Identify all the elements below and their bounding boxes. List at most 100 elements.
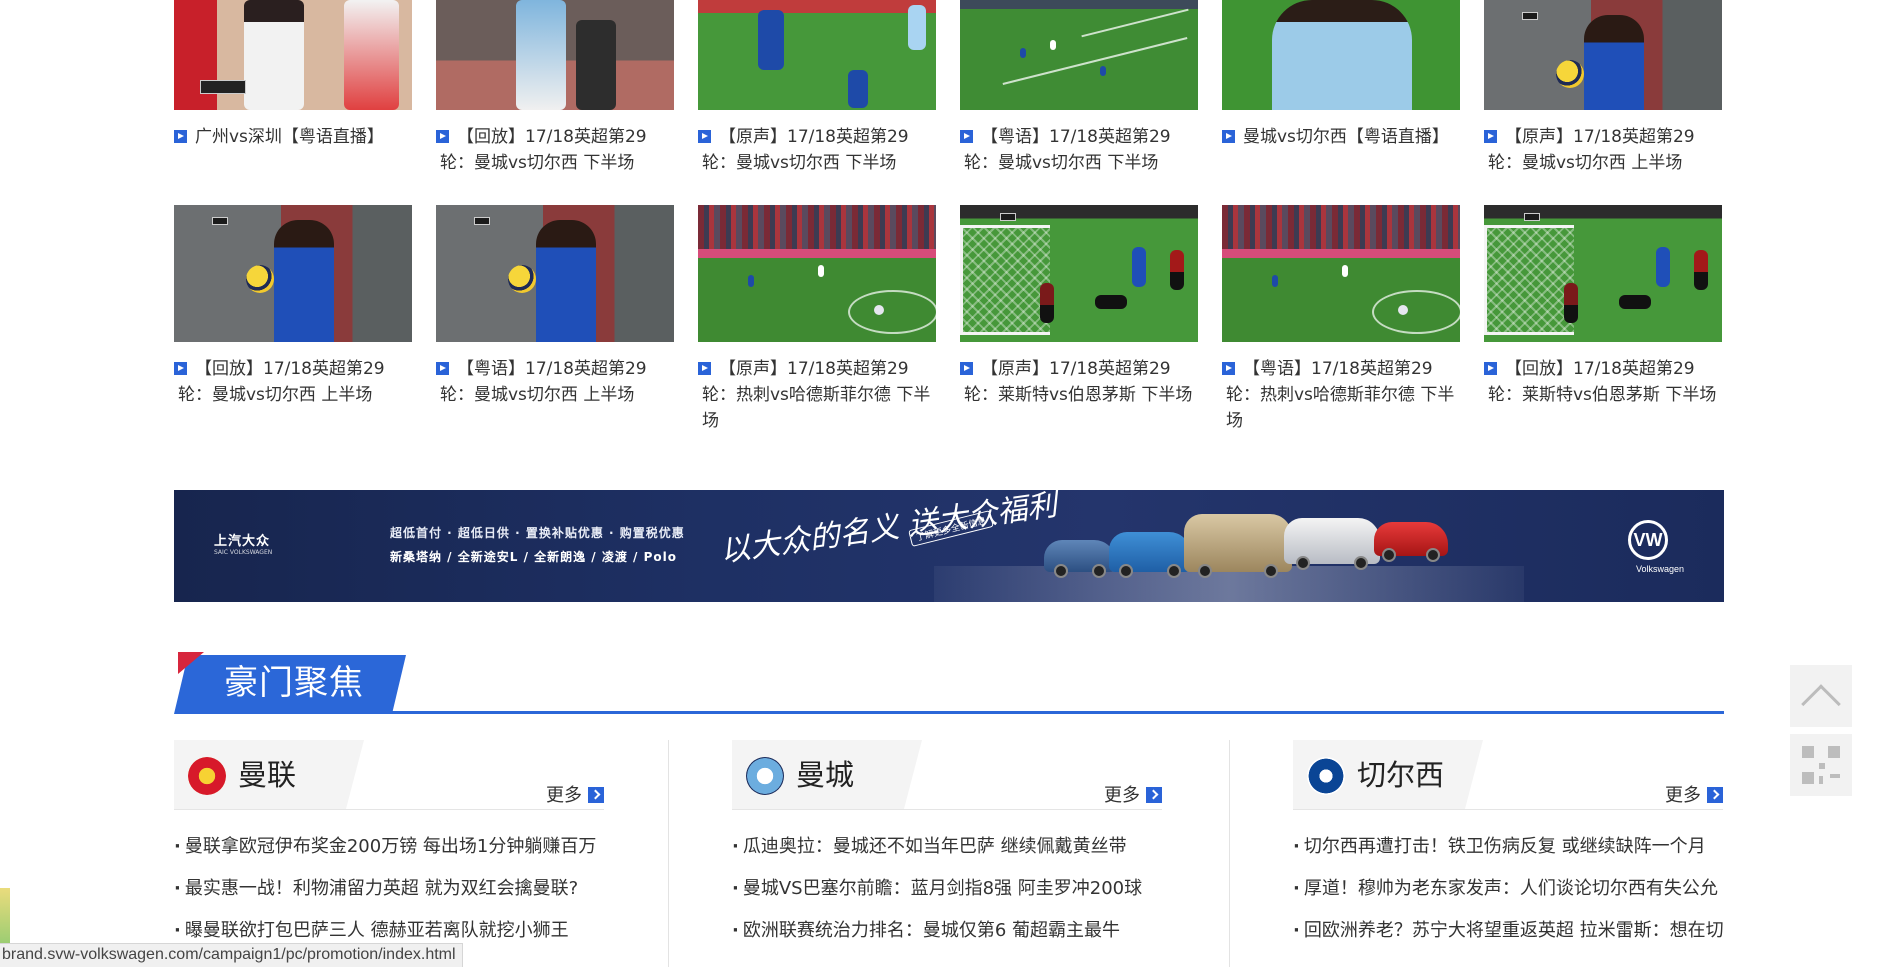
club-column-man-united: 曼联 更多 曼联拿欧冠伊布奖金200万镑 每出场1分钟躺赚百万 最实惠一战！利物… [174,740,604,952]
video-title-link[interactable]: 【回放】17/18英超第29 轮：曼城vs切尔西 下半场 [436,124,674,176]
video-thumbnail[interactable] [960,0,1198,110]
club-header: 曼联 更多 [174,740,604,810]
club-header: 曼城 更多 [732,740,1162,810]
club-name: 曼联 [238,758,297,792]
section-underline [374,711,1724,714]
video-title-line2: 轮：曼城vs切尔西 下半场 [702,153,897,173]
video-thumbnail[interactable] [1484,0,1722,110]
video-card[interactable]: 【原声】17/18英超第29 轮：热刺vs哈德斯菲尔德 下半场 [698,205,936,434]
video-title-link[interactable]: 【粤语】17/18英超第29 轮：曼城vs切尔西 上半场 [436,356,674,408]
video-title-line1: 【粤语】17/18英超第29 [981,127,1171,147]
video-card[interactable]: 【原声】17/18英超第29 轮：曼城vs切尔西 上半场 [1484,0,1722,176]
video-title-line1: 曼城vs切尔西【粤语直播】 [1243,127,1449,147]
news-item[interactable]: 切尔西再遭打击！铁卫伤病反复 或继续缺阵一个月 [1293,826,1723,868]
club-header: 切尔西 更多 [1293,740,1723,810]
video-card[interactable]: 【原声】17/18英超第29 轮：曼城vs切尔西 下半场 [698,0,936,176]
video-thumbnail[interactable] [1222,205,1460,342]
video-title-link[interactable]: 【原声】17/18英超第29 轮：莱斯特vs伯恩茅斯 下半场 [960,356,1198,408]
video-thumbnail[interactable] [698,0,936,110]
video-card[interactable]: 广州vs深圳【粤语直播】 [174,0,412,150]
chevron-up-icon [1801,684,1841,724]
news-item[interactable]: 欧洲联赛统治力排名：曼城仅第6 葡超霸主最牛 [732,910,1162,952]
video-title-link[interactable]: 【粤语】17/18英超第29 轮：热刺vs哈德斯菲尔德 下半场 [1222,356,1460,434]
play-icon [960,130,973,143]
video-title-line1: 【原声】17/18英超第29 [1505,127,1695,147]
video-card[interactable]: 【原声】17/18英超第29 轮：莱斯特vs伯恩茅斯 下半场 [960,205,1198,408]
volkswagen-ad-banner[interactable]: 上汽大众 SAIC VOLKSWAGEN 超低首付 · 超低日供 · 置换补贴优惠… [174,490,1724,602]
play-icon [698,130,711,143]
news-list: 曼联拿欧冠伊布奖金200万镑 每出场1分钟躺赚百万 最实惠一战！利物浦留力英超 … [174,826,604,952]
arrow-right-icon [1707,787,1723,803]
video-card[interactable]: 【回放】17/18英超第29 轮：曼城vs切尔西 上半场 [174,205,412,408]
arrow-right-icon [1146,787,1162,803]
ad-models-text: 新桑塔纳 / 全新途安L / 全新朗逸 / 凌渡 / Polo [390,550,677,564]
ad-car-image [1374,522,1448,562]
ad-car-image [1284,518,1380,570]
play-icon [698,362,711,375]
video-card[interactable]: 【回放】17/18英超第29 轮：莱斯特vs伯恩茅斯 下半场 [1484,205,1722,408]
video-thumbnail[interactable] [436,205,674,342]
play-icon [436,130,449,143]
qr-code-button[interactable] [1790,734,1852,796]
video-title-line2: 轮：曼城vs切尔西 上半场 [440,385,635,405]
volkswagen-wordmark: Volkswagen [1635,564,1684,574]
video-title-line1: 【粤语】17/18英超第29 [457,359,647,379]
video-thumbnail[interactable] [174,0,412,110]
qr-code-icon [1802,746,1840,784]
video-thumbnail[interactable] [1484,205,1722,342]
play-icon [1222,130,1235,143]
play-icon [174,130,187,143]
video-thumbnail[interactable] [698,205,936,342]
news-item[interactable]: 瓜迪奥拉：曼城还不如当年巴萨 继续佩戴黄丝带 [732,826,1162,868]
ad-brand: 上汽大众 SAIC VOLKSWAGEN [214,534,273,556]
side-tools [1790,665,1852,803]
section-header: 豪门聚焦 [174,652,1724,714]
video-title-link[interactable]: 【回放】17/18英超第29 轮：莱斯特vs伯恩茅斯 下半场 [1484,356,1722,408]
video-title-line2: 轮：曼城vs切尔西 上半场 [1488,153,1683,173]
ad-car-image [1109,532,1191,578]
more-link[interactable]: 更多 [1665,781,1723,807]
more-label: 更多 [1665,785,1701,806]
more-link[interactable]: 更多 [1104,781,1162,807]
video-title-line2: 轮：热刺vs哈德斯菲尔德 下半场 [702,385,931,431]
more-label: 更多 [546,785,582,806]
video-title-link[interactable]: 【原声】17/18英超第29 轮：曼城vs切尔西 下半场 [698,124,936,176]
video-card[interactable]: 【粤语】17/18英超第29 轮：曼城vs切尔西 上半场 [436,205,674,408]
video-card[interactable]: 【回放】17/18英超第29 轮：曼城vs切尔西 下半场 [436,0,674,176]
news-item[interactable]: 曼联拿欧冠伊布奖金200万镑 每出场1分钟躺赚百万 [174,826,604,868]
video-title-link[interactable]: 【原声】17/18英超第29 轮：曼城vs切尔西 上半场 [1484,124,1722,176]
column-divider [668,740,669,967]
arrow-right-icon [588,787,604,803]
video-card[interactable]: 【粤语】17/18英超第29 轮：曼城vs切尔西 下半场 [960,0,1198,176]
news-item[interactable]: 回欧洲养老？苏宁大将望重返英超 拉米雷斯：想在切尔 [1293,910,1723,952]
video-title-link[interactable]: 【原声】17/18英超第29 轮：热刺vs哈德斯菲尔德 下半场 [698,356,936,434]
back-to-top-button[interactable] [1790,665,1852,727]
video-card[interactable]: 曼城vs切尔西【粤语直播】 [1222,0,1460,150]
news-item[interactable]: 曼城VS巴塞尔前瞻：蓝月剑指8强 阿圭罗冲200球 [732,868,1162,910]
news-item[interactable]: 最实惠一战！利物浦留力英超 就为双红会擒曼联? [174,868,604,910]
video-title-link[interactable]: 【粤语】17/18英超第29 轮：曼城vs切尔西 下半场 [960,124,1198,176]
video-title-line2: 轮：曼城vs切尔西 下半场 [440,153,635,173]
video-title-link[interactable]: 【回放】17/18英超第29 轮：曼城vs切尔西 上半场 [174,356,412,408]
video-thumbnail[interactable] [174,205,412,342]
club-name: 切尔西 [1357,758,1445,792]
video-thumbnail[interactable] [1222,0,1460,110]
ad-car-image [1044,540,1116,578]
video-title-link[interactable]: 曼城vs切尔西【粤语直播】 [1222,124,1460,150]
more-link[interactable]: 更多 [546,781,604,807]
news-list: 瓜迪奥拉：曼城还不如当年巴萨 继续佩戴黄丝带 曼城VS巴塞尔前瞻：蓝月剑指8强 … [732,826,1162,952]
news-item[interactable]: 厚道！穆帅为老东家发声：人们谈论切尔西有失公允 [1293,868,1723,910]
play-icon [174,362,187,375]
video-title-line2: 轮：曼城vs切尔西 下半场 [964,153,1159,173]
video-thumbnail[interactable] [960,205,1198,342]
video-title-line2: 轮：热刺vs哈德斯菲尔德 下半场 [1226,385,1455,431]
video-title-line1: 【原声】17/18英超第29 [981,359,1171,379]
play-icon [1484,130,1497,143]
video-thumbnail[interactable] [436,0,674,110]
column-divider [1229,740,1230,967]
side-meter [0,888,10,948]
video-card[interactable]: 【粤语】17/18英超第29 轮：热刺vs哈德斯菲尔德 下半场 [1222,205,1460,434]
video-title-link[interactable]: 广州vs深圳【粤语直播】 [174,124,412,150]
play-icon [436,362,449,375]
video-title-line1: 【回放】17/18英超第29 [195,359,385,379]
